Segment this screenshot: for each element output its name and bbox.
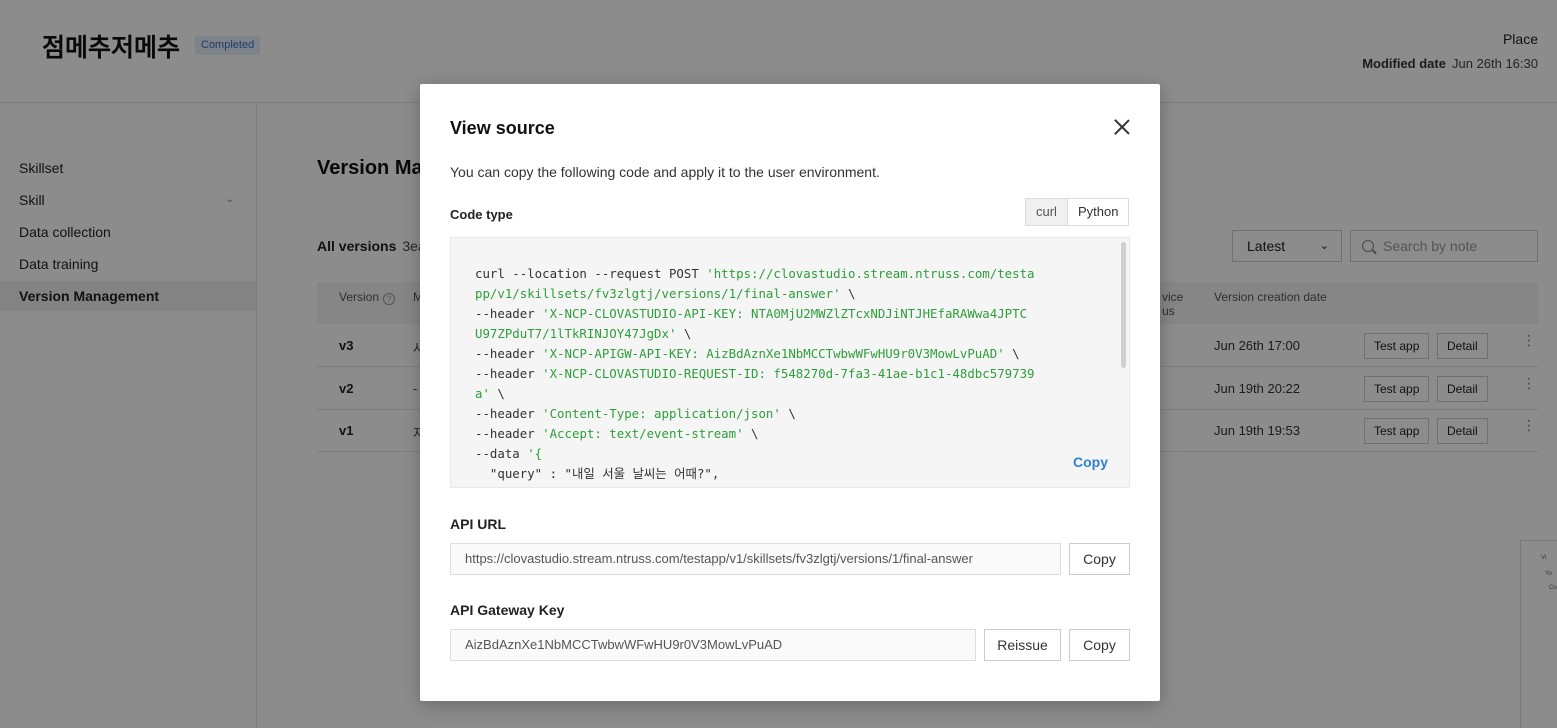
copy-api-key-button[interactable]: Copy (1069, 629, 1130, 661)
code-line: U97ZPduT7/1lTkRINJOY47JgDx' \ (475, 326, 692, 341)
modal-description: You can copy the following code and appl… (450, 164, 880, 180)
close-icon[interactable] (1112, 117, 1132, 137)
api-url-field[interactable]: https://clovastudio.stream.ntruss.com/te… (450, 543, 1061, 575)
view-source-modal: View source You can copy the following c… (420, 84, 1160, 701)
code-block: curl --location --request POST 'https://… (450, 237, 1130, 488)
code-line: --header 'X-NCP-CLOVASTUDIO-REQUEST-ID: … (475, 366, 1035, 381)
api-url-label: API URL (450, 516, 506, 532)
code-line: --header 'Accept: text/event-stream' \ (475, 426, 759, 441)
code-scrollbar[interactable] (1121, 242, 1126, 368)
code-line: "tokenStream" : false (475, 484, 1065, 487)
code-line: a' \ (475, 386, 505, 401)
modal-title: View source (450, 118, 555, 138)
code-type-python[interactable]: Python (1067, 199, 1129, 225)
code-type-toggle: curl Python (1025, 198, 1130, 226)
code-line: --header 'Content-Type: application/json… (475, 406, 796, 421)
code-text: curl --location --request POST 'https://… (475, 264, 1065, 487)
copy-api-url-button[interactable]: Copy (1069, 543, 1130, 575)
code-line: --data '{ (475, 446, 543, 461)
code-line: "query" : "내일 서울 날씨는 어때?", (475, 466, 720, 481)
api-gateway-key-field[interactable]: AizBdAznXe1NbMCCTwbwWFwHU9r0V3MowLvPuAD (450, 629, 976, 661)
code-type-label: Code type (450, 207, 513, 222)
api-gateway-key-label: API Gateway Key (450, 602, 565, 618)
reissue-button[interactable]: Reissue (984, 629, 1061, 661)
code-type-curl[interactable]: curl (1026, 199, 1068, 225)
code-line: --header 'X-NCP-CLOVASTUDIO-API-KEY: NTA… (475, 306, 1028, 321)
code-line: --header 'X-NCP-APIGW-API-KEY: AizBdAznX… (475, 346, 1020, 361)
code-line: pp/v1/skillsets/fv3zlgtj/versions/1/fina… (475, 286, 856, 301)
code-line: curl --location --request POST 'https://… (475, 266, 1035, 281)
copy-code-button[interactable]: Copy (1073, 454, 1108, 470)
